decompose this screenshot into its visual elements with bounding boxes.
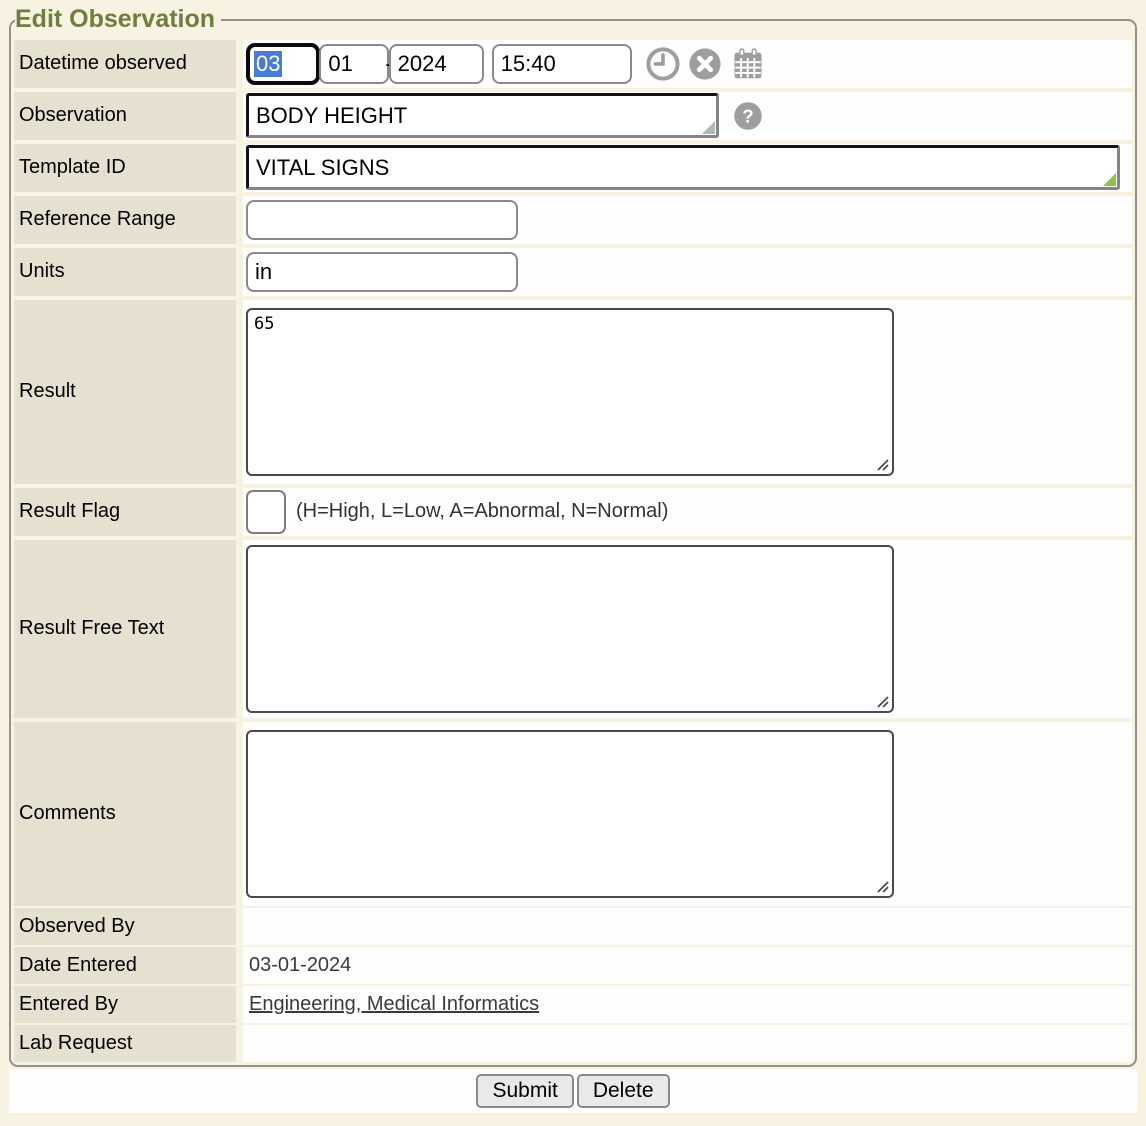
help-icon[interactable]: ? bbox=[733, 101, 763, 131]
date-entered-value: 03-01-2024 bbox=[243, 947, 1132, 984]
result-label: Result bbox=[14, 300, 236, 484]
units-value-cell bbox=[243, 248, 1132, 296]
observation-value-cell: ? bbox=[243, 92, 1132, 140]
row-date-entered: Date Entered 03-01-2024 bbox=[14, 947, 1132, 984]
comments-textarea-wrap bbox=[246, 730, 894, 898]
submit-button[interactable]: Submit bbox=[476, 1074, 573, 1108]
button-bar: Submit Delete bbox=[9, 1069, 1137, 1113]
datetime-observed-label: Datetime observed bbox=[14, 40, 236, 88]
comments-value-cell bbox=[243, 722, 1132, 906]
row-reference-range: Reference Range bbox=[14, 196, 1132, 244]
result-flag-label: Result Flag bbox=[14, 488, 236, 536]
comments-textarea[interactable] bbox=[246, 730, 894, 898]
month-input[interactable]: 03 bbox=[246, 43, 320, 85]
row-entered-by: Entered By Engineering, Medical Informat… bbox=[14, 986, 1132, 1023]
template-id-label: Template ID bbox=[14, 144, 236, 192]
template-id-input[interactable] bbox=[246, 145, 1120, 190]
row-lab-request: Lab Request bbox=[14, 1025, 1132, 1062]
observation-input[interactable] bbox=[246, 93, 719, 138]
edit-observation-form: Edit Observation Datetime observed 03 - … bbox=[9, 6, 1137, 1067]
result-free-text-label: Result Free Text bbox=[14, 540, 236, 718]
observation-label: Observation bbox=[14, 92, 236, 140]
row-datetime-observed: Datetime observed 03 - - bbox=[14, 40, 1132, 88]
entered-by-link[interactable]: Engineering, Medical Informatics bbox=[249, 993, 539, 1016]
entered-by-value-cell: Engineering, Medical Informatics bbox=[243, 986, 1132, 1023]
lab-request-value bbox=[243, 1025, 1132, 1062]
observation-input-wrap bbox=[246, 93, 719, 138]
observed-by-value bbox=[243, 908, 1132, 945]
result-free-text-value-cell bbox=[243, 540, 1132, 718]
result-free-text-textarea[interactable] bbox=[246, 545, 894, 713]
row-observation: Observation ? bbox=[14, 92, 1132, 140]
delete-button[interactable]: Delete bbox=[577, 1074, 670, 1108]
lab-request-label: Lab Request bbox=[14, 1025, 236, 1062]
row-observed-by: Observed By bbox=[14, 908, 1132, 945]
row-result: Result bbox=[14, 300, 1132, 484]
template-id-input-wrap bbox=[246, 145, 1120, 190]
comments-label: Comments bbox=[14, 722, 236, 906]
result-value-cell bbox=[243, 300, 1132, 484]
template-id-value-cell bbox=[243, 144, 1132, 192]
result-flag-hint: (H=High, L=Low, A=Abnormal, N=Normal) bbox=[296, 500, 668, 523]
result-flag-input[interactable] bbox=[246, 490, 286, 534]
units-label: Units bbox=[14, 248, 236, 296]
reference-range-value-cell bbox=[243, 196, 1132, 244]
time-input[interactable] bbox=[492, 44, 632, 84]
row-result-free-text: Result Free Text bbox=[14, 540, 1132, 718]
result-textarea[interactable] bbox=[246, 308, 894, 476]
result-textarea-wrap bbox=[246, 308, 894, 476]
reference-range-input[interactable] bbox=[246, 200, 518, 240]
day-input[interactable] bbox=[319, 44, 389, 84]
form-title: Edit Observation bbox=[15, 6, 221, 34]
date-entered-label: Date Entered bbox=[14, 947, 236, 984]
row-units: Units bbox=[14, 248, 1132, 296]
result-flag-value-cell: (H=High, L=Low, A=Abnormal, N=Normal) bbox=[243, 488, 1132, 536]
row-comments: Comments bbox=[14, 722, 1132, 906]
clock-icon[interactable] bbox=[646, 47, 680, 81]
calendar-icon[interactable] bbox=[730, 46, 766, 82]
row-template-id: Template ID bbox=[14, 144, 1132, 192]
row-result-flag: Result Flag (H=High, L=Low, A=Abnormal, … bbox=[14, 488, 1132, 536]
observed-by-label: Observed By bbox=[14, 908, 236, 945]
clear-icon[interactable] bbox=[688, 47, 722, 81]
result-free-text-textarea-wrap bbox=[246, 545, 894, 713]
datetime-observed-value-cell: 03 - - bbox=[243, 40, 1132, 88]
units-input[interactable] bbox=[246, 252, 518, 292]
svg-text:?: ? bbox=[742, 105, 753, 126]
reference-range-label: Reference Range bbox=[14, 196, 236, 244]
year-input[interactable] bbox=[389, 44, 484, 84]
entered-by-label: Entered By bbox=[14, 986, 236, 1023]
month-selected-text: 03 bbox=[254, 51, 282, 77]
